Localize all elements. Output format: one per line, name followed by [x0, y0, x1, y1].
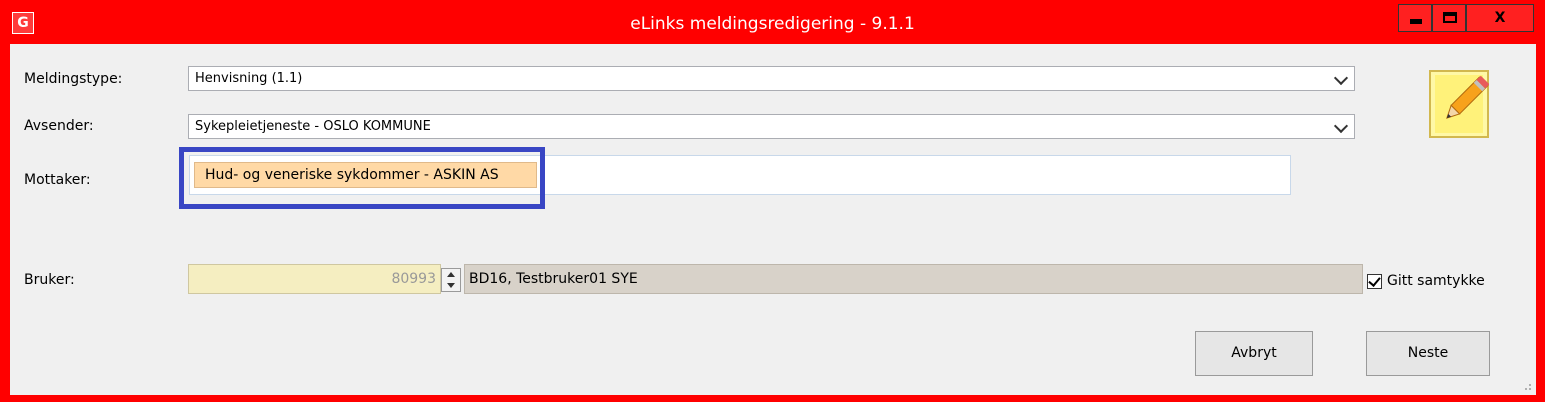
minimize-icon	[1410, 19, 1422, 24]
resize-grip-icon[interactable]	[1522, 381, 1532, 391]
avsender-select[interactable]: Sykepleietjeneste - OSLO KOMMUNE	[188, 114, 1355, 139]
highlight-box	[179, 147, 545, 209]
title-bar[interactable]: G eLinks meldingsredigering - 9.1.1 X	[0, 4, 1545, 44]
consent-label[interactable]: Gitt samtykke	[1387, 273, 1485, 289]
spin-up-icon[interactable]	[447, 272, 455, 277]
form-panel: Meldingstype: Henvisning (1.1) Avsender:…	[10, 44, 1536, 395]
chevron-down-icon	[1333, 118, 1349, 134]
consent-checkbox[interactable]	[1367, 274, 1382, 289]
mottaker-label: Mottaker:	[24, 172, 91, 188]
window-title: eLinks meldingsredigering - 9.1.1	[630, 14, 915, 34]
bruker-spinner[interactable]	[441, 268, 461, 292]
close-button[interactable]: X	[1466, 4, 1534, 32]
chevron-down-icon	[1333, 70, 1349, 86]
bruker-name-field: BD16, Testbruker01 SYE	[464, 264, 1363, 294]
meldingstype-value: Henvisning (1.1)	[195, 71, 303, 86]
next-button[interactable]: Neste	[1366, 331, 1490, 376]
bruker-id-field[interactable]: 80993	[188, 264, 441, 294]
cancel-button[interactable]: Avbryt	[1195, 331, 1313, 376]
checkmark-icon	[1368, 274, 1381, 287]
meldingstype-label: Meldingstype:	[24, 71, 123, 87]
maximize-icon	[1443, 12, 1457, 23]
bruker-label: Bruker:	[24, 272, 75, 288]
maximize-button[interactable]	[1432, 4, 1466, 32]
app-window: G eLinks meldingsredigering - 9.1.1 X Me…	[0, 0, 1545, 402]
meldingstype-select[interactable]: Henvisning (1.1)	[188, 66, 1355, 91]
avsender-value: Sykepleietjeneste - OSLO KOMMUNE	[195, 119, 431, 134]
pencil-note-icon	[1429, 70, 1489, 138]
avsender-label: Avsender:	[24, 118, 94, 134]
minimize-button[interactable]	[1398, 4, 1432, 32]
spin-down-icon[interactable]	[447, 283, 455, 288]
